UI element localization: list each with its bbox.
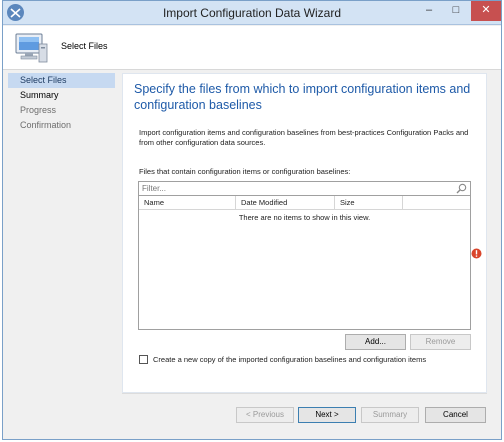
nav-step-summary[interactable]: Summary — [8, 88, 115, 103]
page-title: Select Files — [61, 41, 108, 51]
description-text: Import configuration items and configura… — [139, 128, 469, 147]
add-button[interactable]: Add... — [345, 334, 406, 350]
column-header-date-modified[interactable]: Date Modified — [236, 196, 335, 210]
column-header-name[interactable]: Name — [139, 196, 236, 210]
content-panel: Specify the files from which to import c… — [122, 73, 487, 393]
section-heading: Specify the files from which to import c… — [134, 82, 471, 112]
error-icon[interactable] — [471, 248, 482, 261]
computer-icon — [13, 30, 49, 68]
create-copy-checkbox[interactable] — [139, 355, 148, 364]
wizard-window: Import Configuration Data Wizard – □ ✕ S… — [2, 0, 502, 440]
files-list[interactable]: Name Date Modified Size There are no ite… — [138, 196, 471, 330]
wizard-header: Select Files — [3, 26, 501, 70]
filter-input[interactable] — [139, 182, 439, 195]
filter-box[interactable] — [138, 181, 471, 196]
list-header: Name Date Modified Size — [139, 196, 470, 210]
create-copy-label[interactable]: Create a new copy of the imported config… — [153, 355, 426, 364]
empty-list-message: There are no items to show in this view. — [238, 213, 371, 222]
maximize-button[interactable]: □ — [443, 1, 469, 21]
column-header-size[interactable]: Size — [335, 196, 403, 210]
previous-button[interactable]: < Previous — [236, 407, 294, 423]
summary-button[interactable]: Summary — [361, 407, 419, 423]
files-label: Files that contain configuration items o… — [139, 167, 351, 176]
nav-step-confirmation: Confirmation — [20, 120, 72, 130]
nav-step-select-files[interactable]: Select Files — [8, 73, 115, 88]
title-bar[interactable]: Import Configuration Data Wizard – □ ✕ — [3, 1, 501, 25]
minimize-button[interactable]: – — [416, 1, 442, 21]
footer-divider — [122, 393, 487, 394]
nav-step-progress: Progress — [20, 105, 57, 115]
next-button[interactable]: Next > — [298, 407, 356, 423]
search-icon[interactable] — [456, 183, 467, 196]
wizard-steps: Select Files Summary Progress Confirmati… — [3, 73, 121, 403]
cancel-button[interactable]: Cancel — [425, 407, 486, 423]
remove-button[interactable]: Remove — [410, 334, 471, 350]
close-window-button[interactable]: ✕ — [471, 1, 501, 21]
